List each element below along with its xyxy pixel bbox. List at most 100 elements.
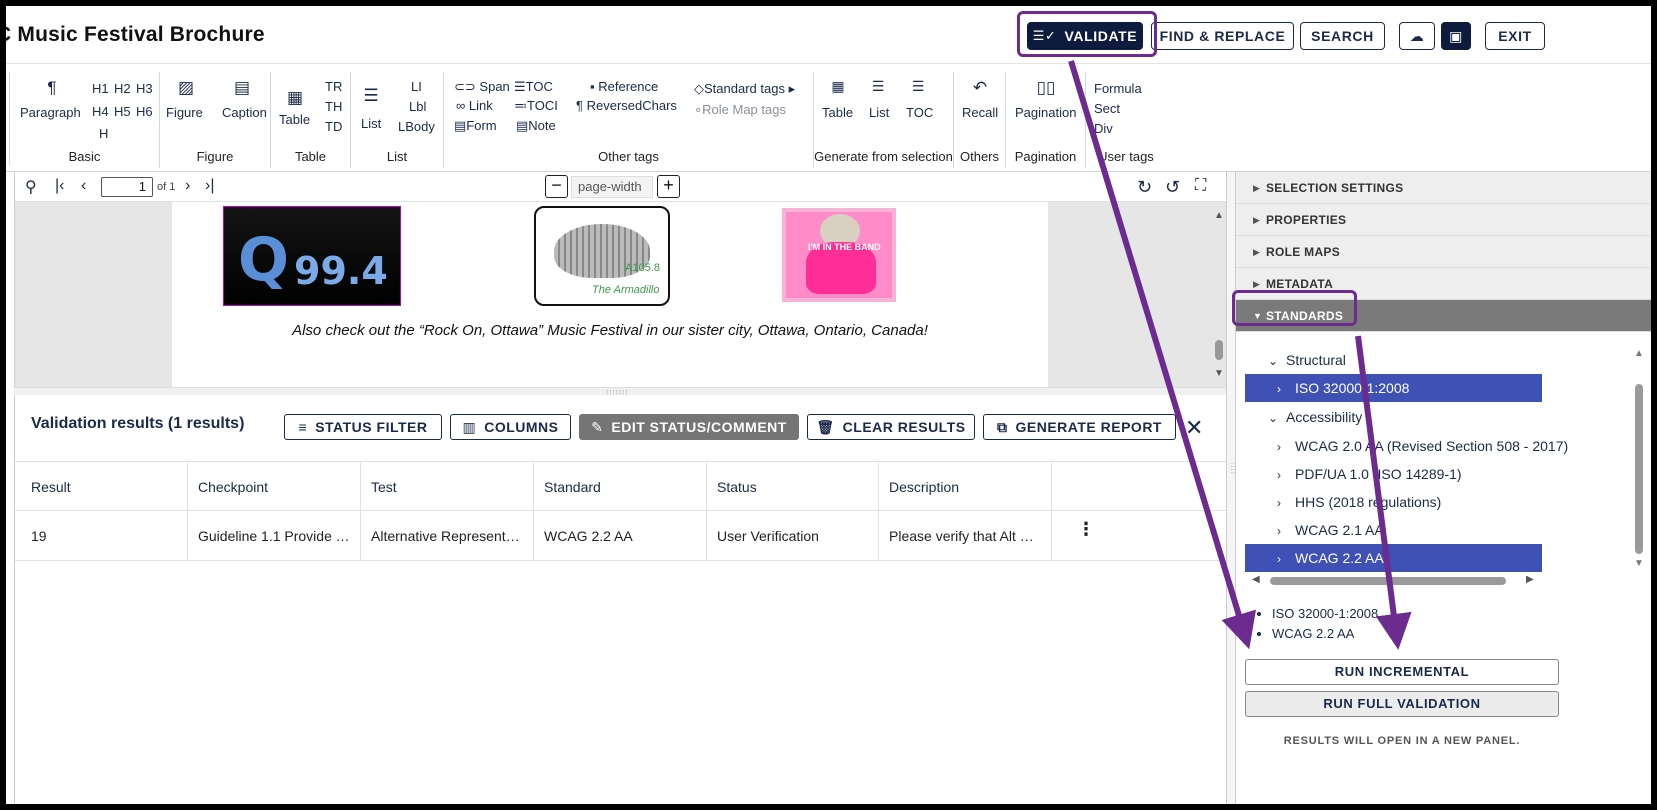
first-page-icon[interactable]: |‹ xyxy=(55,177,64,195)
h4-button[interactable]: H4 xyxy=(92,104,109,119)
th-button[interactable]: TH xyxy=(325,99,342,114)
tree-group-accessibility[interactable]: ⌄ Accessibility xyxy=(1268,403,1362,431)
tree-group-structural[interactable]: ⌄ Structural xyxy=(1268,346,1346,374)
accordion-properties[interactable]: ▶ PROPERTIES xyxy=(1236,204,1651,236)
li-button[interactable]: LI xyxy=(411,79,422,94)
formula-button[interactable]: Formula xyxy=(1094,81,1142,96)
accordion-role-maps[interactable]: ▶ ROLE MAPS xyxy=(1236,236,1651,268)
next-page-icon[interactable]: › xyxy=(185,177,190,195)
find-replace-button[interactable]: FIND & REPLACE xyxy=(1151,22,1294,50)
toc-button[interactable]: ☰TOC xyxy=(514,79,553,95)
h1-button[interactable]: H1 xyxy=(92,81,109,96)
zoom-in-button[interactable]: + xyxy=(657,175,680,198)
fullscreen-icon[interactable]: ⛶ xyxy=(1195,177,1206,195)
scroll-thumb[interactable] xyxy=(1635,384,1643,554)
recall-button[interactable]: Recall xyxy=(962,105,998,120)
tr-button[interactable]: TR xyxy=(325,79,342,94)
clear-results-button[interactable]: 🗑 CLEAR RESULTS xyxy=(807,414,975,440)
table-button[interactable]: Table xyxy=(279,112,310,127)
reference-button[interactable]: ▪ Reference xyxy=(590,79,658,94)
exit-button[interactable]: EXIT xyxy=(1485,22,1545,50)
scroll-up-icon[interactable]: ▲ xyxy=(1214,210,1224,221)
dog-band-photo[interactable]: I'M IN THE BAND xyxy=(782,208,896,302)
horizontal-splitter[interactable]: ⁞⁞⁞⁞⁞⁞⁞ xyxy=(14,387,1226,398)
generate-report-button[interactable]: ⧉ GENERATE REPORT xyxy=(983,414,1176,440)
column-header[interactable]: Description xyxy=(879,462,1052,512)
rotate-ccw-icon[interactable]: ↺ xyxy=(1165,177,1180,198)
h5-button[interactable]: H5 xyxy=(114,104,131,119)
paragraph-button[interactable]: Paragraph xyxy=(20,105,81,120)
toci-button[interactable]: ≕TOCI xyxy=(514,98,558,114)
scroll-right-icon[interactable]: ▶ xyxy=(1526,574,1534,585)
search-button[interactable]: SEARCH xyxy=(1300,22,1385,50)
tree-item-hhs[interactable]: › HHS (2018 regulations) xyxy=(1277,488,1441,516)
column-header[interactable]: Checkpoint xyxy=(188,462,361,512)
lbody-button[interactable]: LBody xyxy=(398,119,435,134)
scroll-thumb[interactable] xyxy=(1215,340,1223,360)
tree-scrollbar[interactable]: ▲ ▼ xyxy=(1630,344,1648,590)
status-filter-button[interactable]: ≡ STATUS FILTER xyxy=(284,414,442,440)
reversed-chars-button[interactable]: ¶ ReversedChars xyxy=(576,98,677,113)
standard-tags-menu[interactable]: ◇Standard tags ▸ xyxy=(694,81,795,97)
viewer-scrollbar[interactable]: ▲ ▼ xyxy=(1211,202,1226,387)
cloud-download-button[interactable]: ☁ xyxy=(1399,22,1435,50)
radio-q994-logo[interactable]: Q 99.4 xyxy=(223,206,401,306)
h2-button[interactable]: H2 xyxy=(114,81,131,96)
page-number-input[interactable]: 1 xyxy=(101,177,153,197)
scroll-down-icon[interactable]: ▼ xyxy=(1634,558,1644,569)
tree-item-wcag22[interactable]: › WCAG 2.2 AA xyxy=(1245,544,1542,572)
tree-item-wcag20[interactable]: › WCAG 2.0 AA (Revised Section 508 - 2017… xyxy=(1277,432,1568,460)
save-button[interactable]: ▣ xyxy=(1441,22,1471,50)
close-icon[interactable]: ✕ xyxy=(1185,415,1203,441)
edit-status-comment-button[interactable]: ✎ EDIT STATUS/COMMENT xyxy=(579,414,799,440)
last-page-icon[interactable]: ›| xyxy=(205,177,214,195)
figure-button[interactable]: Figure xyxy=(166,105,203,120)
more-options-icon[interactable]: ⋮ xyxy=(1077,519,1095,540)
columns-button[interactable]: ▥ COLUMNS xyxy=(450,414,571,440)
prev-page-icon[interactable]: ‹ xyxy=(81,177,86,195)
column-header[interactable]: Standard xyxy=(534,462,707,512)
vertical-splitter[interactable]: ⁞⁞⁞⁞ xyxy=(1226,172,1238,804)
scroll-thumb[interactable] xyxy=(1270,577,1506,585)
tree-item-pdfua[interactable]: › PDF/UA 1.0 (ISO 14289-1) xyxy=(1277,460,1462,488)
scroll-up-icon[interactable]: ▲ xyxy=(1634,348,1644,359)
note-button[interactable]: ▤Note xyxy=(516,118,556,134)
h6-button[interactable]: H6 xyxy=(136,104,153,119)
td-button[interactable]: TD xyxy=(325,119,342,134)
lbl-button[interactable]: Lbl xyxy=(409,99,426,114)
highlight-standards-box xyxy=(1232,290,1357,326)
h3-button[interactable]: H3 xyxy=(136,81,153,96)
table-row[interactable]: 19 Guideline 1.1 Provide Text Alternativ… xyxy=(15,511,1227,561)
tree-horizontal-scrollbar[interactable]: ◀ ▶ xyxy=(1248,574,1538,588)
column-header[interactable]: Result xyxy=(15,462,188,512)
tree-item-iso32000[interactable]: › ISO 32000-1:2008 xyxy=(1245,374,1542,402)
sect-button[interactable]: Sect xyxy=(1094,101,1120,116)
tree-item-wcag21[interactable]: › WCAG 2.1 AA xyxy=(1277,516,1384,544)
generate-toc-button[interactable]: TOC xyxy=(906,105,933,120)
column-header[interactable]: Test xyxy=(361,462,534,512)
scroll-left-icon[interactable]: ◀ xyxy=(1252,574,1260,585)
div-button[interactable]: Div xyxy=(1094,121,1113,136)
column-header[interactable]: Status xyxy=(707,462,879,512)
zoom-out-button[interactable]: − xyxy=(545,175,568,198)
armadillo-logo[interactable]: A105.8 The Armadillo xyxy=(534,206,670,306)
list-button[interactable]: List xyxy=(361,116,381,131)
generate-list-button[interactable]: List xyxy=(869,105,889,120)
generate-table-button[interactable]: Table xyxy=(822,105,853,120)
run-incremental-button[interactable]: RUN INCREMENTAL xyxy=(1245,659,1559,685)
scroll-down-icon[interactable]: ▼ xyxy=(1214,368,1224,379)
run-full-validation-button[interactable]: RUN FULL VALIDATION xyxy=(1245,691,1559,717)
span-button[interactable]: ⊂⊃ Span xyxy=(454,79,510,95)
caption-button[interactable]: Caption xyxy=(222,105,267,120)
role-map-tags-menu[interactable]: ∘Role Map tags xyxy=(694,102,786,118)
generate-toc-icon: ☰ xyxy=(911,78,925,94)
pagination-button[interactable]: Pagination xyxy=(1015,105,1076,120)
link-button[interactable]: ∞ Link xyxy=(456,98,493,113)
h-button[interactable]: H xyxy=(99,126,108,141)
rotate-cw-icon[interactable]: ↻ xyxy=(1137,177,1152,198)
accordion-selection-settings[interactable]: ▶ SELECTION SETTINGS xyxy=(1236,172,1651,204)
list-item: WCAG 2.2 AA xyxy=(1272,624,1378,644)
form-button[interactable]: ▤Form xyxy=(454,118,497,134)
zoom-select[interactable]: page-width xyxy=(571,176,653,198)
zoom-search-icon[interactable]: ⚲ xyxy=(25,177,37,197)
